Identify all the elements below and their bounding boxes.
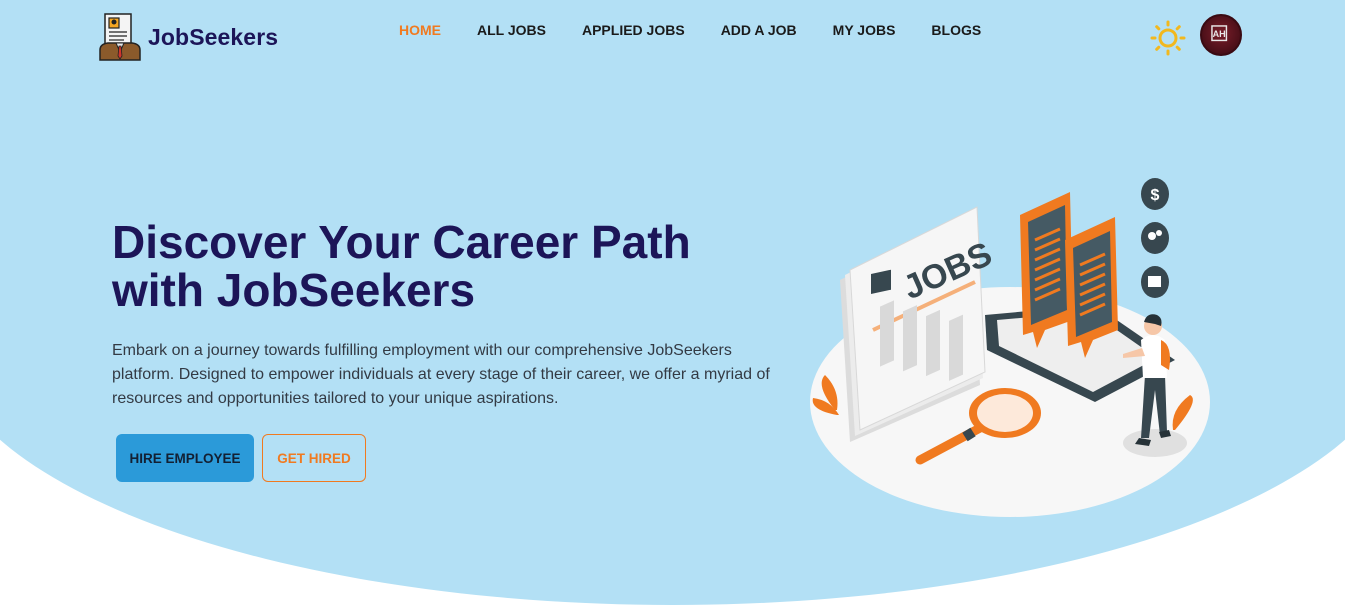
hero-title: Discover Your Career Path with JobSeeker… xyxy=(112,218,752,314)
nav-all-jobs[interactable]: ALL JOBS xyxy=(477,22,546,38)
nav-my-jobs[interactable]: MY JOBS xyxy=(833,22,896,38)
nav-add-a-job[interactable]: ADD A JOB xyxy=(721,22,797,38)
get-hired-button[interactable]: GET HIRED xyxy=(262,434,366,482)
resume-badge-icon xyxy=(99,13,141,61)
hero-title-line-1: Discover Your Career Path xyxy=(112,216,691,268)
svg-text:$: $ xyxy=(1151,187,1160,204)
user-avatar[interactable]: AH xyxy=(1200,14,1242,56)
brand-logo[interactable]: JobSeekers xyxy=(98,12,278,62)
hero-title-line-2: with JobSeekers xyxy=(112,264,476,316)
sun-icon[interactable] xyxy=(1150,20,1186,56)
nav-applied-jobs[interactable]: APPLIED JOBS xyxy=(582,22,685,38)
hire-employee-button[interactable]: HIRE EMPLOYEE xyxy=(116,434,254,482)
nav-home[interactable]: HOME xyxy=(399,22,441,38)
main-nav: HOME ALL JOBS APPLIED JOBS ADD A JOB MY … xyxy=(399,22,1017,38)
avatar-logo-icon: AH xyxy=(1211,25,1228,42)
nav-blogs[interactable]: BLOGS xyxy=(931,22,981,38)
svg-text:AH: AH xyxy=(1213,29,1226,39)
hero-description: Embark on a journey towards fulfilling e… xyxy=(112,342,770,407)
navbar: JobSeekers HOME ALL JOBS APPLIED JOBS AD… xyxy=(0,0,1345,75)
brand-name: JobSeekers xyxy=(148,23,279,50)
jobs-search-illustration: JOBS $ xyxy=(810,178,1210,517)
